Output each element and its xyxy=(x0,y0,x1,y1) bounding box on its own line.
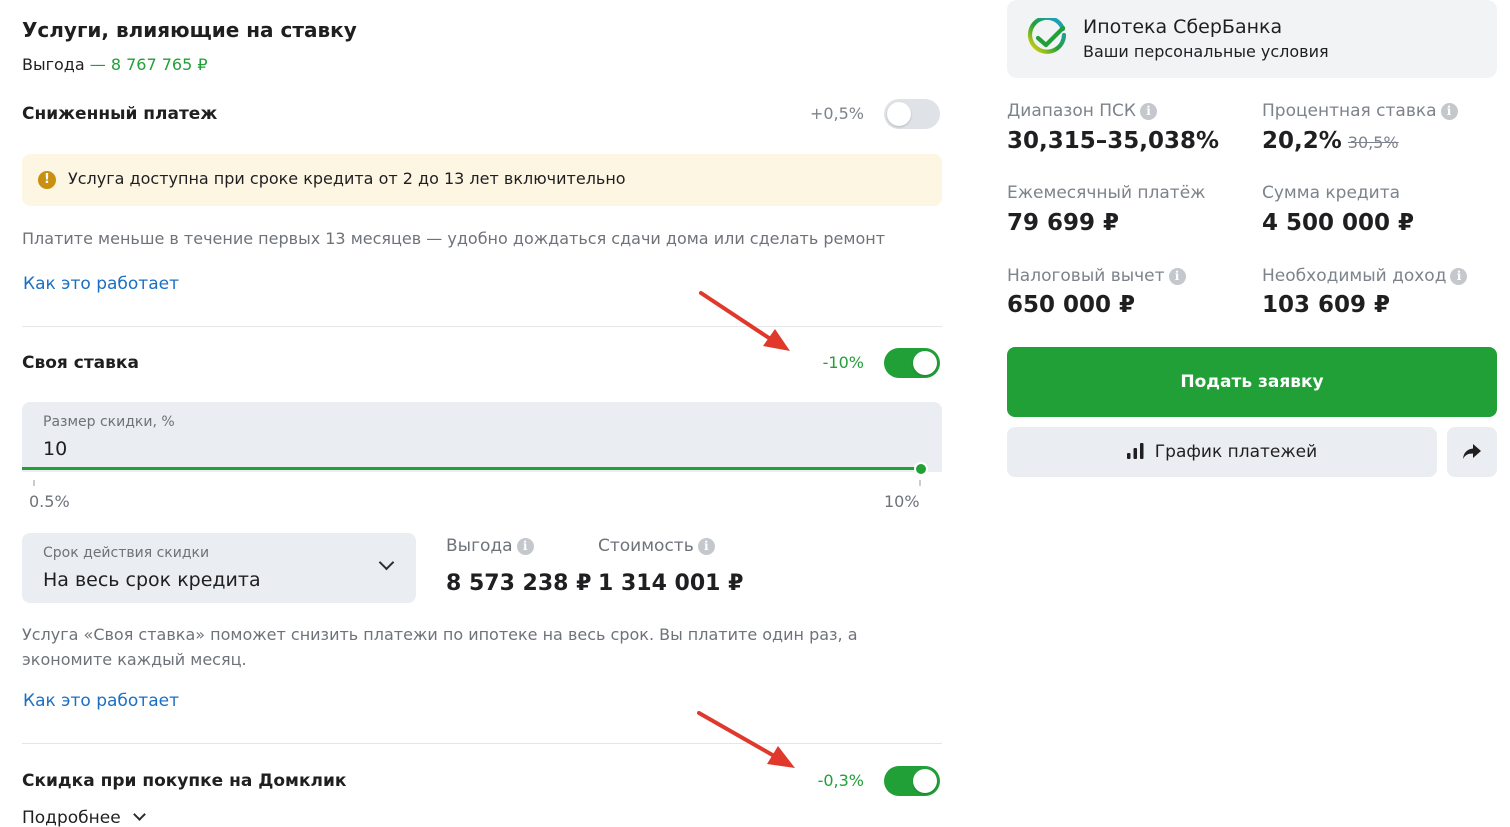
services-benefit-label: Выгода xyxy=(22,55,85,74)
info-icon[interactable]: i xyxy=(1450,268,1468,285)
own-rate-cost-value: 1 314 001 ₽ xyxy=(598,571,744,596)
summary-title: Ипотека СберБанка xyxy=(1083,16,1283,38)
own-rate-cost-label-text: Стоимость xyxy=(598,536,694,556)
own-rate-cost-label: Стоимость i xyxy=(598,536,715,556)
toggle-knob xyxy=(913,769,937,793)
service-delta: -10% xyxy=(822,353,864,372)
own-rate-description: Услуга «Своя ставка» поможет снизить пла… xyxy=(22,622,858,672)
services-benefit: Выгода — 8 767 765 ₽ xyxy=(22,55,208,74)
own-rate-description-line1: Услуга «Своя ставка» поможет снизить пла… xyxy=(22,625,858,644)
info-icon[interactable]: i xyxy=(1440,103,1458,120)
psk-label-text: Диапазон ПСК xyxy=(1007,101,1136,121)
services-panel: Услуги, влияющие на ставку Выгода — 8 76… xyxy=(22,0,942,827)
slider-max-label: 10% xyxy=(884,492,920,511)
warning-banner: ! Услуга доступна при сроке кредита от 2… xyxy=(22,154,942,206)
rate-label-text: Процентная ставка xyxy=(1262,101,1437,121)
summary-panel: Ипотека СберБанка Ваши персональные усло… xyxy=(1007,0,1497,827)
divider xyxy=(22,743,942,744)
slider-tick-max xyxy=(919,480,921,486)
psk-label: Диапазон ПСК i xyxy=(1007,101,1157,121)
monthly-payment-label: Ежемесячный платёж xyxy=(1007,183,1206,203)
loan-amount-value: 4 500 000 ₽ xyxy=(1262,210,1415,236)
service-name: Своя ставка xyxy=(22,353,139,373)
own-rate-benefit-label-text: Выгода xyxy=(446,536,513,556)
payment-schedule-label: График платежей xyxy=(1154,442,1318,462)
service-name: Сниженный платеж xyxy=(22,104,218,124)
discount-slider-handle[interactable] xyxy=(914,462,928,476)
summary-subtitle: Ваши персональные условия xyxy=(1083,42,1329,61)
own-rate-benefit-label: Выгода i xyxy=(446,536,534,556)
more-link-label: Подробнее xyxy=(22,808,121,827)
discount-slider-track[interactable] xyxy=(22,467,922,470)
discount-size-label: Размер скидки, % xyxy=(43,414,175,430)
own-rate-toggle[interactable] xyxy=(884,348,940,378)
domclick-more-link[interactable]: Подробнее xyxy=(22,808,146,827)
tax-deduction-value: 650 000 ₽ xyxy=(1007,292,1136,318)
slider-tick-min xyxy=(33,480,35,486)
warning-text: Услуга доступна при сроке кредита от 2 д… xyxy=(68,169,626,188)
sber-logo-icon xyxy=(1027,18,1067,54)
discount-size-input[interactable]: Размер скидки, % 10 xyxy=(22,402,942,472)
summary-header: Ипотека СберБанка Ваши персональные усло… xyxy=(1007,0,1497,78)
warning-icon: ! xyxy=(38,171,56,189)
domclick-toggle[interactable] xyxy=(884,766,940,796)
rate-current: 20,2% xyxy=(1262,128,1342,154)
psk-value: 30,315–35,038% xyxy=(1007,128,1220,154)
share-icon xyxy=(1463,444,1481,459)
tax-deduction-label-text: Налоговый вычет xyxy=(1007,266,1165,286)
required-income-label-text: Необходимый доход xyxy=(1262,266,1447,286)
rate-old: 30,5% xyxy=(1347,133,1399,152)
apply-button[interactable]: Подать заявку xyxy=(1007,347,1497,417)
monthly-payment-value: 79 699 ₽ xyxy=(1007,210,1120,236)
bar-chart-icon xyxy=(1126,443,1144,459)
info-icon[interactable]: i xyxy=(1139,103,1157,120)
service-reduced-payment: Сниженный платеж +0,5% xyxy=(22,98,942,132)
toggle-knob xyxy=(913,351,937,375)
rate-label: Процентная ставка i xyxy=(1262,101,1458,121)
discount-period-label: Срок действия скидки xyxy=(43,545,210,561)
reduced-payment-description: Платите меньше в течение первых 13 месяц… xyxy=(22,229,886,248)
service-name: Скидка при покупке на Домклик xyxy=(22,771,347,791)
info-icon[interactable]: i xyxy=(697,538,715,555)
discount-period-value: На весь срок кредита xyxy=(43,569,261,591)
info-icon[interactable]: i xyxy=(516,538,534,555)
discount-size-value: 10 xyxy=(43,438,68,460)
divider xyxy=(22,326,942,327)
chevron-down-icon xyxy=(132,808,146,821)
reduced-payment-toggle[interactable] xyxy=(884,99,940,129)
service-delta: -0,3% xyxy=(817,771,864,790)
required-income-value: 103 609 ₽ xyxy=(1262,292,1391,318)
services-title: Услуги, влияющие на ставку xyxy=(22,18,357,42)
discount-period-select[interactable]: Срок действия скидки На весь срок кредит… xyxy=(22,533,416,603)
own-rate-description-line2: экономите каждый месяц. xyxy=(22,650,247,669)
payment-schedule-button[interactable]: График платежей xyxy=(1007,427,1437,477)
service-delta: +0,5% xyxy=(809,104,864,123)
slider-min-label: 0.5% xyxy=(29,492,70,511)
tax-deduction-label: Налоговый вычет i xyxy=(1007,266,1186,286)
required-income-label: Необходимый доход i xyxy=(1262,266,1468,286)
info-icon[interactable]: i xyxy=(1168,268,1186,285)
own-rate-benefit-value: 8 573 238 ₽ xyxy=(446,571,592,596)
service-domclick-discount: Скидка при покупке на Домклик -0,3% xyxy=(22,765,942,799)
toggle-knob xyxy=(887,102,911,126)
share-button[interactable] xyxy=(1447,427,1497,477)
services-benefit-value: — 8 767 765 ₽ xyxy=(89,55,208,74)
own-rate-how-it-works-link[interactable]: Как это работает xyxy=(23,691,179,711)
rate-value: 20,2% 30,5% xyxy=(1262,128,1399,154)
chevron-down-icon xyxy=(378,554,395,571)
loan-amount-label: Сумма кредита xyxy=(1262,183,1401,203)
reduced-payment-how-it-works-link[interactable]: Как это работает xyxy=(23,274,179,294)
service-own-rate: Своя ставка -10% xyxy=(22,347,942,381)
